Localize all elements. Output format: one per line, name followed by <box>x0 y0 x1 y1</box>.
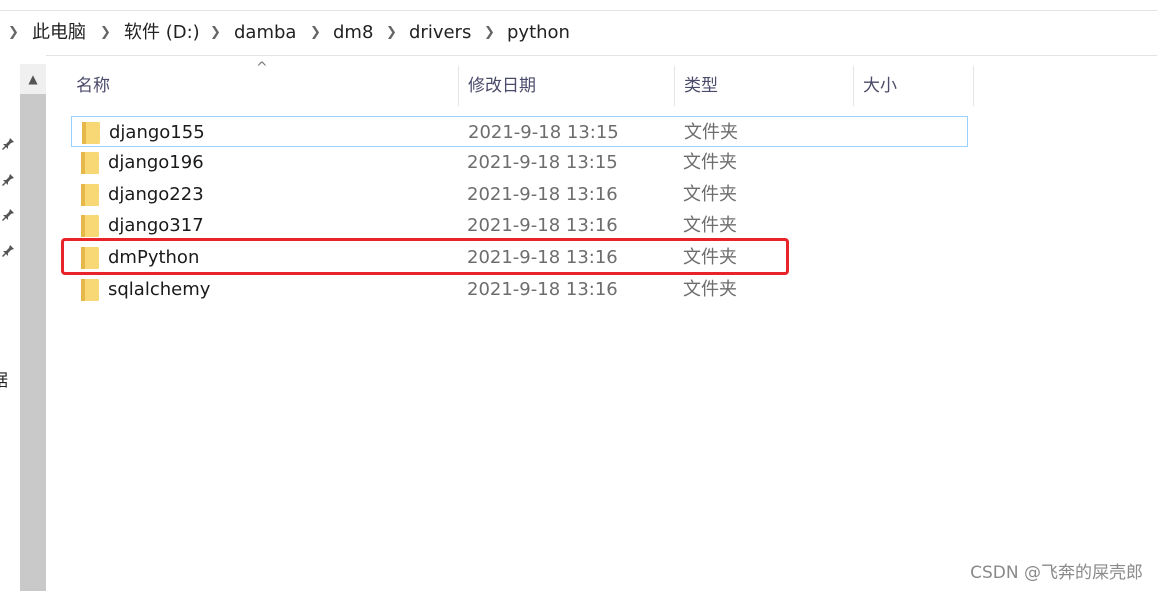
breadcrumb-item-python[interactable]: python <box>507 11 570 55</box>
column-divider[interactable] <box>674 66 675 106</box>
chevron-right-icon[interactable]: ❯ <box>310 11 321 55</box>
address-bar[interactable]: ❯ 此电脑 ❯ 软件 (D:) ❯ damba ❯ dm8 ❯ drivers … <box>0 10 1157 56</box>
breadcrumb-item-this-pc[interactable]: 此电脑 <box>32 11 86 55</box>
scrollbar-thumb[interactable] <box>20 94 46 591</box>
file-modified-date: 2021-9-18 13:16 <box>467 215 618 236</box>
chevron-right-icon[interactable]: ❯ <box>484 11 495 55</box>
breadcrumb-item-drive-d[interactable]: 软件 (D:) <box>124 11 200 55</box>
file-name[interactable]: django155 <box>109 117 205 148</box>
file-row[interactable]: django155 2021-9-18 13:15 文件夹 <box>71 116 968 147</box>
column-divider[interactable] <box>458 66 459 106</box>
folder-icon <box>81 215 99 237</box>
folder-icon <box>81 152 99 174</box>
breadcrumb-item-damba[interactable]: damba <box>234 11 296 55</box>
folder-icon <box>81 184 99 206</box>
file-row[interactable]: django317 2021-9-18 13:16 文件夹 <box>71 210 968 241</box>
file-modified-date: 2021-9-18 13:16 <box>467 279 618 300</box>
scroll-up-arrow-icon[interactable]: ▲ <box>20 64 46 94</box>
highlight-annotation <box>61 238 789 275</box>
file-modified-date: 2021-9-18 13:15 <box>468 122 619 143</box>
column-divider[interactable] <box>853 66 854 106</box>
nav-item-partial-label[interactable]: 据 <box>0 366 8 391</box>
file-row[interactable]: sqlalchemy 2021-9-18 13:16 文件夹 <box>71 274 968 305</box>
watermark: CSDN @飞奔的屎壳郎 <box>970 563 1143 583</box>
file-type: 文件夹 <box>683 215 737 236</box>
file-name[interactable]: django317 <box>108 210 204 241</box>
column-header-size[interactable]: 大小 <box>863 66 963 106</box>
chevron-right-icon[interactable]: ❯ <box>100 11 111 55</box>
file-name[interactable]: django196 <box>108 147 204 178</box>
column-header-date[interactable]: 修改日期 <box>468 66 668 106</box>
pin-icon[interactable] <box>1 208 15 222</box>
folder-icon <box>81 279 99 301</box>
file-modified-date: 2021-9-18 13:15 <box>467 152 618 173</box>
folder-icon <box>82 122 100 144</box>
file-row[interactable]: django196 2021-9-18 13:15 文件夹 <box>71 147 968 178</box>
chevron-right-icon[interactable]: ❯ <box>8 11 19 55</box>
file-type: 文件夹 <box>683 184 737 205</box>
file-name[interactable]: sqlalchemy <box>108 274 210 305</box>
column-header-type[interactable]: 类型 <box>684 66 844 106</box>
column-divider[interactable] <box>973 66 974 106</box>
file-name[interactable]: django223 <box>108 179 204 210</box>
pin-icon[interactable] <box>1 244 15 258</box>
chevron-right-icon[interactable]: ❯ <box>210 11 221 55</box>
file-type: 文件夹 <box>683 279 737 300</box>
file-row[interactable]: django223 2021-9-18 13:16 文件夹 <box>71 179 968 210</box>
breadcrumb-item-dm8[interactable]: dm8 <box>333 11 373 55</box>
file-type: 文件夹 <box>683 152 737 173</box>
column-header-name[interactable]: 名称 <box>76 66 456 106</box>
breadcrumb-item-drivers[interactable]: drivers <box>409 11 471 55</box>
pin-icon[interactable] <box>1 137 15 151</box>
chevron-right-icon[interactable]: ❯ <box>386 11 397 55</box>
pin-icon[interactable] <box>1 173 15 187</box>
nav-scrollbar[interactable]: ▲ <box>20 64 46 591</box>
file-type: 文件夹 <box>684 122 738 143</box>
file-modified-date: 2021-9-18 13:16 <box>467 184 618 205</box>
